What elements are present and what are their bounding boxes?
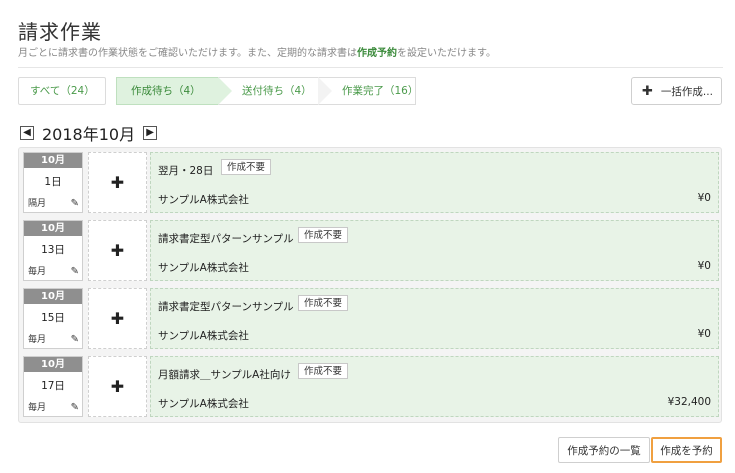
date-card: 10月 13日 毎月 ✎ (23, 220, 83, 281)
status-badge: 作成不要 (221, 159, 272, 175)
add-invoice-button[interactable]: ✚ (88, 220, 147, 281)
page-subtitle: 月ごとに請求書の作業状態をご確認いただけます。また、定期的な請求書は作成予約を設… (18, 44, 496, 59)
invoice-name: 請求書定型パターンサンプル (158, 233, 294, 245)
date-month: 10月 (24, 221, 82, 236)
list-item: 10月 1日 隔月 ✎ ✚ 翌月・28日 作成不要 サンプルA株式会社 ¥0 (23, 152, 719, 213)
plus-icon: ✚ (110, 173, 125, 192)
date-month: 10月 (24, 153, 82, 168)
subtitle-text-pre: 月ごとに請求書の作業状態をご確認いただけます。また、定期的な請求書は (18, 48, 357, 59)
invoice-name: 請求書定型パターンサンプル (158, 301, 294, 313)
frequency-label: 毎月 (28, 335, 47, 345)
subtitle-link-schedule[interactable]: 作成予約 (357, 48, 397, 59)
list-item: 10月 17日 毎月 ✎ ✚ 月額請求＿サンプルA社向け 作成不要 サンプルA株… (23, 356, 719, 417)
plus-icon: ✚ (110, 309, 125, 328)
invoice-name: 月額請求＿サンプルA社向け (158, 369, 291, 381)
plus-icon: ✚ (642, 83, 653, 99)
status-tabs: すべて（24） 作成待ち（4） 送付待ち（4） 作業完了（16） (18, 77, 418, 105)
add-invoice-button[interactable]: ✚ (88, 288, 147, 349)
current-month: 2018年10月 (42, 125, 136, 144)
date-day: 15日 (41, 312, 65, 324)
add-invoice-button[interactable]: ✚ (88, 152, 147, 213)
frequency-label: 毎月 (28, 267, 47, 277)
invoice-card[interactable]: 請求書定型パターンサンプル 作成不要 サンプルA株式会社 ¥0 (150, 220, 719, 281)
tab-completed[interactable]: 作業完了（16） (318, 77, 418, 105)
schedule-list-button[interactable]: 作成予約の一覧 (558, 437, 650, 463)
tab-awaiting-send[interactable]: 送付待ち（4） (218, 77, 332, 105)
list-item: 10月 13日 毎月 ✎ ✚ 請求書定型パターンサンプル 作成不要 サンプルA株… (23, 220, 719, 281)
bulk-create-label: 一括作成... (660, 85, 713, 98)
status-badge: 作成不要 (298, 363, 349, 379)
invoice-company: サンプルA株式会社 (158, 194, 249, 206)
schedule-list: 10月 1日 隔月 ✎ ✚ 翌月・28日 作成不要 サンプルA株式会社 ¥0 1… (18, 147, 722, 423)
invoice-card[interactable]: 月額請求＿サンプルA社向け 作成不要 サンプルA株式会社 ¥32,400 (150, 356, 719, 417)
date-month: 10月 (24, 357, 82, 372)
date-month: 10月 (24, 289, 82, 304)
invoice-card[interactable]: 請求書定型パターンサンプル 作成不要 サンプルA株式会社 ¥0 (150, 288, 719, 349)
invoice-company: サンプルA株式会社 (158, 398, 249, 410)
status-badge: 作成不要 (298, 227, 349, 243)
arrow-right-icon[interactable]: ▶ (143, 126, 158, 140)
invoice-company: サンプルA株式会社 (158, 262, 249, 274)
pencil-icon[interactable]: ✎ (71, 198, 79, 209)
invoice-card[interactable]: 翌月・28日 作成不要 サンプルA株式会社 ¥0 (150, 152, 719, 213)
date-card: 10月 1日 隔月 ✎ (23, 152, 83, 213)
invoice-amount: ¥32,400 (667, 396, 711, 408)
add-invoice-button[interactable]: ✚ (88, 356, 147, 417)
frequency-label: 毎月 (28, 403, 47, 413)
date-day: 13日 (41, 244, 65, 256)
invoice-amount: ¥0 (697, 260, 711, 272)
plus-icon: ✚ (110, 377, 125, 396)
date-day: 17日 (41, 380, 65, 392)
create-schedule-button[interactable]: 作成を予約 (651, 437, 722, 463)
page-title: 請求作業 (18, 20, 102, 44)
tab-all[interactable]: すべて（24） (18, 77, 106, 105)
tab-awaiting-creation[interactable]: 作成待ち（4） (116, 77, 232, 105)
frequency-label: 隔月 (28, 199, 47, 209)
date-day: 1日 (44, 176, 62, 188)
month-navigation: ◀ 2018年10月 ▶ (20, 121, 158, 145)
subtitle-text-post: を設定いただけます。 (397, 48, 496, 59)
pencil-icon[interactable]: ✎ (71, 334, 79, 345)
date-card: 10月 15日 毎月 ✎ (23, 288, 83, 349)
invoice-amount: ¥0 (697, 328, 711, 340)
invoice-company: サンプルA株式会社 (158, 330, 249, 342)
pencil-icon[interactable]: ✎ (71, 402, 79, 413)
invoice-amount: ¥0 (697, 192, 711, 204)
status-badge: 作成不要 (298, 295, 349, 311)
pencil-icon[interactable]: ✎ (71, 266, 79, 277)
date-card: 10月 17日 毎月 ✎ (23, 356, 83, 417)
divider (18, 67, 723, 68)
plus-icon: ✚ (110, 241, 125, 260)
arrow-left-icon[interactable]: ◀ (20, 126, 34, 140)
list-item: 10月 15日 毎月 ✎ ✚ 請求書定型パターンサンプル 作成不要 サンプルA株… (23, 288, 719, 349)
invoice-name: 翌月・28日 (158, 165, 214, 177)
bulk-create-button[interactable]: ✚ 一括作成... (631, 77, 722, 105)
